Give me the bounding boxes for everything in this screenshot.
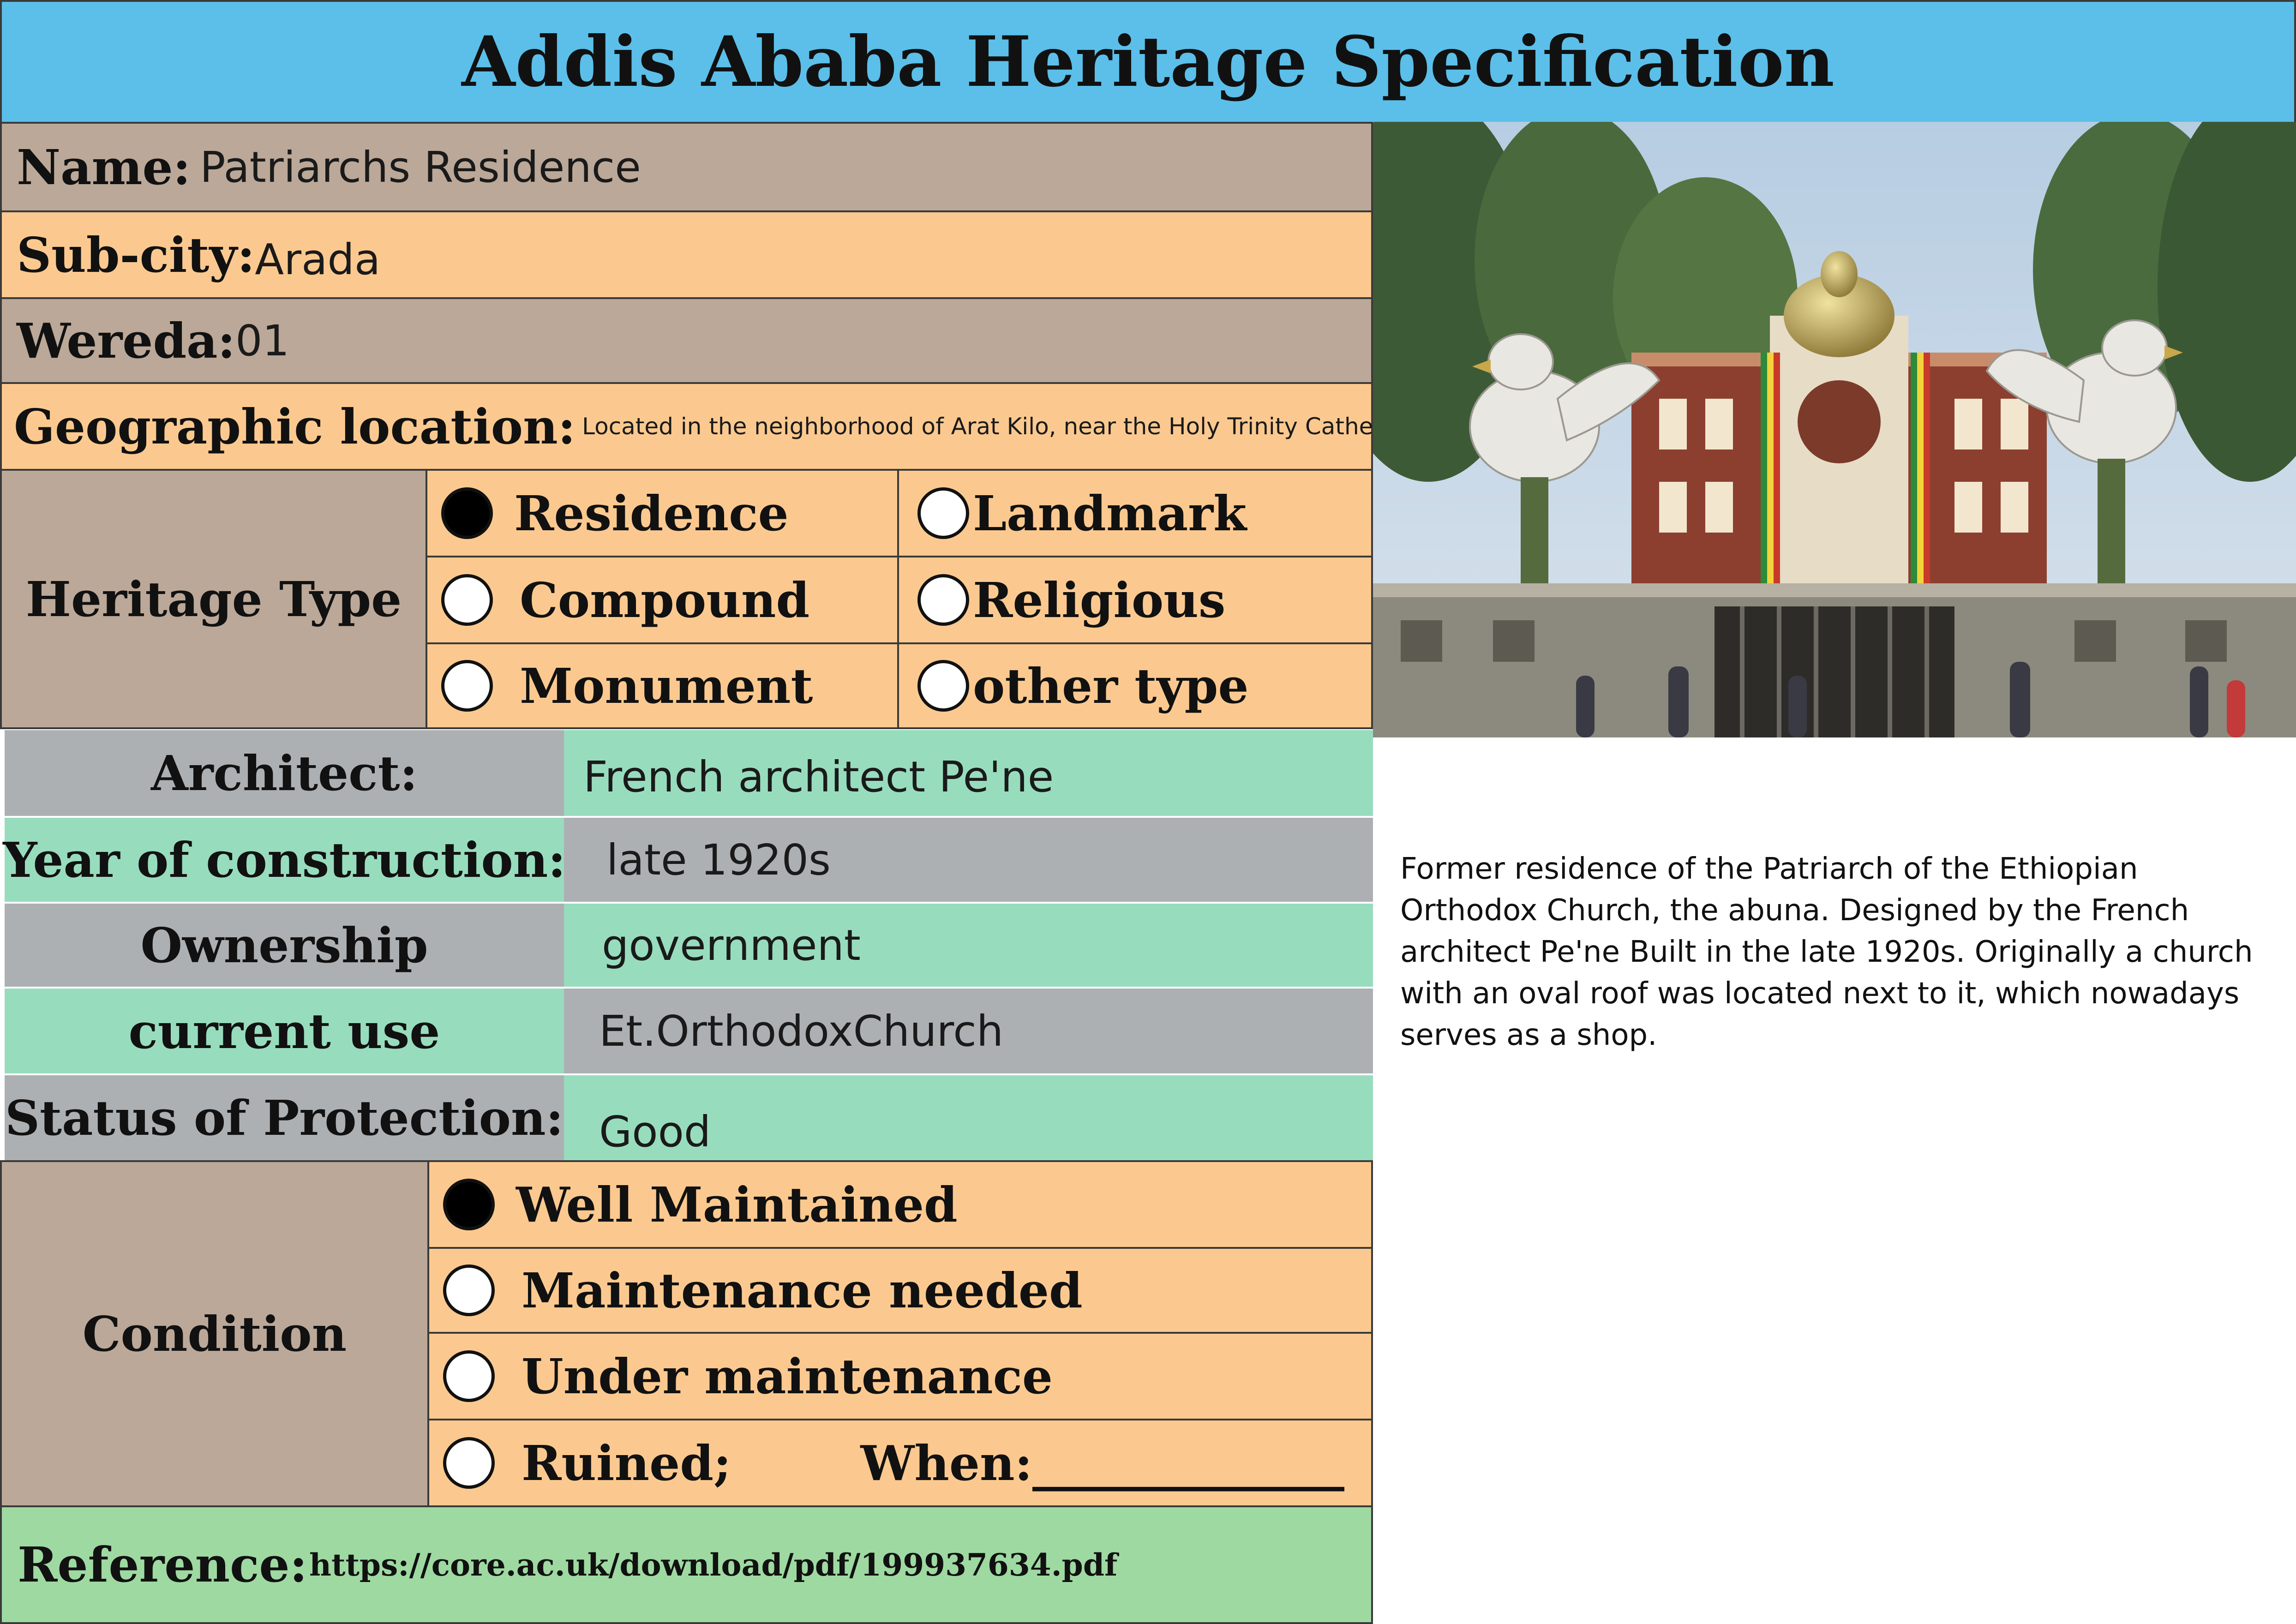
- current-use-value-cell: Et.OrthodoxChurch: [564, 989, 1373, 1073]
- reference-link[interactable]: https://core.ac.uk/download/pdf/19993763…: [309, 1547, 1117, 1583]
- condition-label: Condition: [82, 1305, 347, 1362]
- architect-value: French architect Pe'ne: [583, 752, 1054, 802]
- year-label: Year of construction:: [3, 831, 566, 888]
- radio-unchecked-icon[interactable]: [443, 1350, 495, 1402]
- heritage-option-other[interactable]: other type: [897, 642, 1373, 729]
- wereda-value: 01: [235, 316, 290, 366]
- subcity-row: Sub-city: Arada: [0, 210, 1373, 299]
- ownership-label: Ownership: [140, 917, 428, 974]
- current-use-label-cell: current use: [5, 989, 564, 1073]
- name-label: Name:: [17, 138, 191, 196]
- ownership-label-cell: Ownership: [5, 904, 564, 987]
- architect-label-cell: Architect:: [5, 730, 564, 816]
- heritage-option-monument[interactable]: Monument: [426, 642, 899, 729]
- option-label: Monument: [520, 657, 813, 714]
- option-label: Under maintenance: [522, 1348, 1053, 1405]
- protection-label-cell: Status of Protection:: [5, 1075, 564, 1160]
- architect-value-cell: French architect Pe'ne: [564, 730, 1373, 816]
- radio-unchecked-icon[interactable]: [917, 487, 969, 539]
- reference-label: Reference:: [18, 1536, 307, 1593]
- subcity-label: Sub-city:: [17, 226, 255, 283]
- radio-unchecked-icon[interactable]: [917, 574, 969, 626]
- heritage-option-religious[interactable]: Religious: [897, 556, 1373, 644]
- condition-option-maintenance-needed[interactable]: Maintenance needed: [427, 1247, 1373, 1334]
- option-label: Well Maintained: [516, 1176, 958, 1233]
- radio-unchecked-icon[interactable]: [441, 574, 493, 626]
- current-use-value: Et.OrthodoxChurch: [599, 1006, 1004, 1056]
- protection-label: Status of Protection:: [5, 1089, 564, 1146]
- option-label: Landmark: [973, 485, 1247, 542]
- architect-label: Architect:: [151, 744, 418, 802]
- radio-unchecked-icon[interactable]: [917, 660, 969, 712]
- geo-value: Located in the neighborhood of Arat Kilo…: [582, 413, 1418, 440]
- heritage-type-label: Heritage Type: [25, 570, 402, 628]
- condition-option-under-maintenance[interactable]: Under maintenance: [427, 1332, 1373, 1420]
- option-label: Residence: [514, 485, 789, 542]
- year-value-cell: late 1920s: [564, 818, 1373, 902]
- wereda-label: Wereda:: [17, 312, 235, 369]
- title-bar: Addis Ababa Heritage Specification: [0, 0, 2296, 124]
- option-label: other type: [973, 657, 1249, 714]
- heritage-photo: [1373, 122, 2296, 737]
- ownership-value-cell: government: [564, 904, 1373, 987]
- option-label: Religious: [973, 571, 1226, 629]
- option-label: Maintenance needed: [522, 1262, 1083, 1319]
- heritage-type-label-cell: Heritage Type: [0, 469, 427, 729]
- name-row: Name: Patriarchs Residence: [0, 122, 1373, 212]
- radio-checked-icon[interactable]: [443, 1179, 495, 1230]
- when-label: When:: [860, 1434, 1033, 1492]
- geo-row: Geographic location: Located in the neig…: [0, 382, 1418, 471]
- radio-unchecked-icon[interactable]: [443, 1264, 495, 1316]
- wereda-row: Wereda: 01: [0, 297, 1373, 384]
- heritage-option-compound[interactable]: Compound: [426, 556, 899, 644]
- option-label: Compound: [520, 571, 810, 629]
- protection-value: Good: [599, 1107, 711, 1157]
- year-value: late 1920s: [606, 835, 831, 885]
- when-field[interactable]: _____________: [1032, 1435, 1344, 1492]
- protection-value-cell: Good: [564, 1075, 1373, 1160]
- reference-row: Reference: https://core.ac.uk/download/p…: [0, 1505, 1373, 1624]
- condition-label-cell: Condition: [0, 1160, 429, 1507]
- condition-option-ruined[interactable]: Ruined; When: _____________: [427, 1419, 1373, 1507]
- heritage-option-landmark[interactable]: Landmark: [897, 469, 1373, 557]
- name-value: Patriarchs Residence: [200, 142, 641, 192]
- current-use-label: current use: [128, 1002, 440, 1060]
- ownership-value: government: [602, 920, 861, 970]
- heritage-option-residence[interactable]: Residence: [426, 469, 899, 557]
- geo-label: Geographic location:: [14, 398, 576, 455]
- option-label: Ruined;: [522, 1434, 731, 1492]
- radio-unchecked-icon[interactable]: [441, 660, 493, 712]
- building-photo-icon: [1373, 122, 2296, 737]
- radio-unchecked-icon[interactable]: [443, 1437, 495, 1489]
- year-label-cell: Year of construction:: [3, 818, 566, 902]
- condition-option-well-maintained[interactable]: Well Maintained: [427, 1160, 1373, 1249]
- radio-checked-icon[interactable]: [441, 487, 493, 539]
- description-text: Former residence of the Patriarch of the…: [1400, 852, 2253, 1052]
- page-title: Addis Ababa Heritage Specification: [462, 21, 1834, 102]
- subcity-value: Arada: [255, 234, 381, 284]
